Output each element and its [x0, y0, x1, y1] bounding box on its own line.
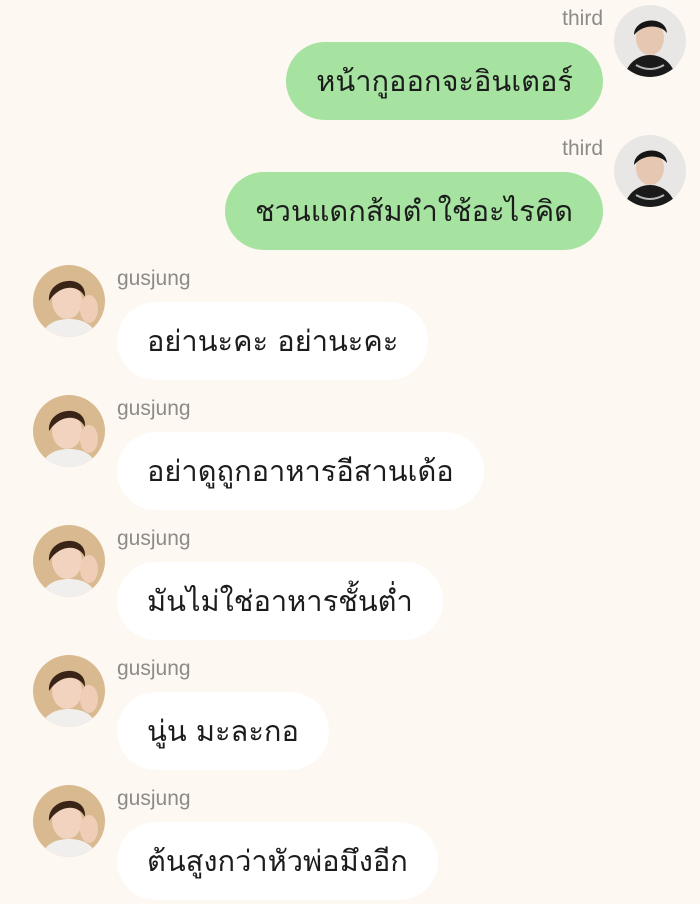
- avatar-image-gusjung: [33, 785, 105, 857]
- sender-name: third: [562, 7, 603, 30]
- gusjung-avatar[interactable]: [33, 655, 105, 727]
- message-bubble[interactable]: มันไม่ใช่อาหารชั้นต่ำ: [117, 562, 443, 640]
- message-bubble[interactable]: ต้นสูงกว่าหัวพ่อมึงอีก: [117, 822, 438, 900]
- avatar-image-gusjung: [33, 655, 105, 727]
- gusjung-avatar[interactable]: [33, 525, 105, 597]
- gusjung-avatar[interactable]: [33, 395, 105, 467]
- sender-name: gusjung: [117, 787, 191, 810]
- sender-name: gusjung: [117, 267, 191, 290]
- message-bubble[interactable]: หน้ากูออกจะอินเตอร์: [286, 42, 603, 120]
- message-bubble[interactable]: นู่น มะละกอ: [117, 692, 329, 770]
- gusjung-avatar[interactable]: [33, 785, 105, 857]
- sender-name: third: [562, 137, 603, 160]
- message-bubble[interactable]: อย่านะคะ อย่านะคะ: [117, 302, 429, 380]
- third-avatar[interactable]: [614, 135, 686, 207]
- avatar-image-gusjung: [33, 265, 105, 337]
- third-avatar[interactable]: [614, 5, 686, 77]
- gusjung-avatar[interactable]: [33, 265, 105, 337]
- sender-name: gusjung: [117, 397, 191, 420]
- avatar-image-third: [614, 135, 686, 207]
- avatar-image-third: [614, 5, 686, 77]
- avatar-image-gusjung: [33, 525, 105, 597]
- message-bubble[interactable]: อย่าดูถูกอาหารอีสานเด้อ: [117, 432, 484, 510]
- sender-name: gusjung: [117, 527, 191, 550]
- sender-name: gusjung: [117, 657, 191, 680]
- avatar-image-gusjung: [33, 395, 105, 467]
- chat-thread: third หน้ากูออกจะอินเตอร์ third ชวนแดกส้: [0, 0, 700, 904]
- message-bubble[interactable]: ชวนแดกส้มตำใช้อะไรคิด: [224, 172, 603, 250]
